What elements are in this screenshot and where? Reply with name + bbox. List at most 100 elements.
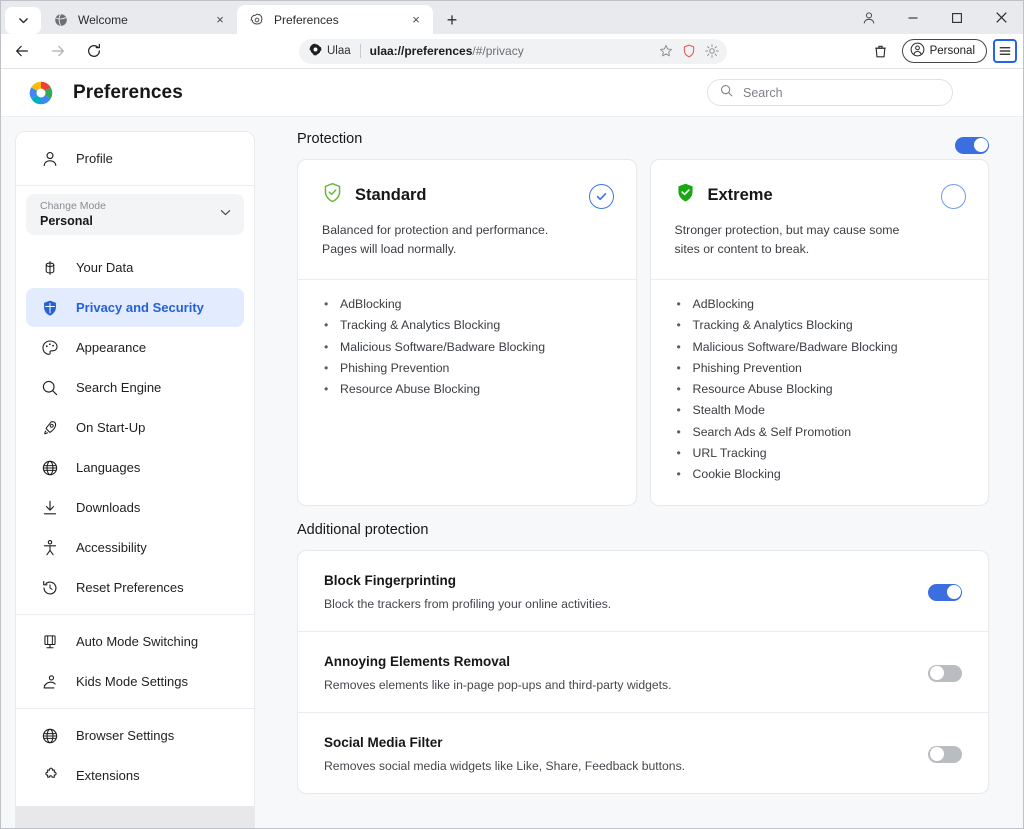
sidebar-item-kids-mode-settings[interactable]: Kids Mode Settings <box>26 662 244 701</box>
social-media-filter-toggle[interactable] <box>928 745 962 763</box>
settings-sidebar: Profile Change Mode Personal Your Data P… <box>15 131 255 828</box>
annoying-elements-removal-toggle[interactable] <box>928 664 962 682</box>
account-icon[interactable] <box>847 1 891 34</box>
protection-header: Protection <box>297 131 989 159</box>
sidebar-item-extensions[interactable]: Extensions <box>26 756 244 795</box>
feature-list-standard: AdBlocking Tracking & Analytics Blocking… <box>298 280 636 420</box>
accessibility-icon <box>40 538 60 558</box>
setting-text: Annoying Elements Removal Removes elemen… <box>324 654 672 692</box>
trash-icon[interactable] <box>866 36 896 66</box>
back-button[interactable] <box>7 36 37 66</box>
tab-close-button[interactable]: × <box>211 11 229 29</box>
shield-icon <box>40 298 60 318</box>
protection-card-standard[interactable]: Standard Balanced for protection and per… <box>297 159 637 507</box>
sidebar-item-profile[interactable]: Profile <box>26 139 244 178</box>
change-mode-value: Personal <box>40 213 93 228</box>
maximize-button[interactable] <box>935 1 979 34</box>
protection-card-extreme[interactable]: Extreme Stronger protection, but may cau… <box>649 159 989 507</box>
protection-master-toggle[interactable] <box>955 136 989 154</box>
sidebar-item-label: Languages <box>76 460 141 475</box>
card-header-extreme: Extreme Stronger protection, but may cau… <box>651 160 989 279</box>
sidebar-item-label: Downloads <box>76 500 141 515</box>
search-input[interactable]: Search <box>707 79 953 106</box>
setting-title: Annoying Elements Removal <box>324 654 511 670</box>
person-icon <box>40 149 60 169</box>
tab-welcome[interactable]: Welcome × <box>41 5 237 34</box>
setting-text: Social Media Filter Removes social media… <box>324 735 685 773</box>
change-mode-selector[interactable]: Change Mode Personal <box>26 194 244 235</box>
close-window-button[interactable] <box>979 1 1023 34</box>
sidebar-item-privacy-and-security[interactable]: Privacy and Security <box>26 288 244 327</box>
block-fingerprinting-toggle[interactable] <box>928 583 962 601</box>
radio-extreme-unselected[interactable] <box>941 184 966 209</box>
tab-search-button[interactable] <box>5 7 41 34</box>
sidebar-item-languages[interactable]: Languages <box>26 448 244 487</box>
list-item: Resource Abuse Blocking <box>322 379 612 401</box>
list-item: Phishing Prevention <box>322 358 612 380</box>
radio-standard-selected[interactable] <box>588 184 614 209</box>
main-panel: Protection Standard Balanced for protect… <box>255 117 1023 828</box>
sidebar-item-downloads[interactable]: Downloads <box>26 488 244 527</box>
navigation-toolbar: Ulaa ulaa://preferences/#/privacy Person… <box>1 34 1023 69</box>
monitor-icon <box>40 632 60 652</box>
sidebar-group-browser: Browser Settings Extensions <box>16 709 254 802</box>
minimize-button[interactable] <box>891 1 935 34</box>
setting-row-social-media-filter: Social Media Filter Removes social media… <box>298 712 988 793</box>
url-text: ulaa://preferences/#/privacy <box>370 44 657 58</box>
chevron-down-icon <box>219 206 232 224</box>
tab-title: Welcome <box>78 12 128 27</box>
card-header-standard: Standard Balanced for protection and per… <box>298 160 636 279</box>
shield-icon[interactable] <box>680 42 698 60</box>
card-name: Standard <box>355 185 427 204</box>
tab-preferences[interactable]: Preferences × <box>237 5 433 34</box>
change-mode-label: Change Mode <box>40 199 106 212</box>
sidebar-item-your-data[interactable]: Your Data <box>26 248 244 287</box>
forward-button[interactable] <box>43 36 73 66</box>
sidebar-item-label: Search Engine <box>76 380 162 395</box>
protection-heading: Protection <box>297 131 363 147</box>
list-item: Malicious Software/Badware Blocking <box>675 337 965 359</box>
tab-close-button[interactable]: × <box>407 11 425 29</box>
sidebar-item-auto-mode-switching[interactable]: Auto Mode Switching <box>26 622 244 661</box>
reload-button[interactable] <box>79 36 109 66</box>
site-brand: Ulaa <box>309 43 351 59</box>
sidebar-item-label: Extensions <box>76 768 140 783</box>
sidebar-item-reset-preferences[interactable]: Reset Preferences <box>26 568 244 607</box>
hamburger-menu-icon[interactable] <box>993 39 1017 63</box>
sidebar-divider <box>16 185 254 186</box>
history-icon <box>40 578 60 598</box>
sidebar-item-browser-settings[interactable]: Browser Settings <box>26 716 244 755</box>
globe-icon <box>53 12 69 28</box>
sidebar-item-search-engine[interactable]: Search Engine <box>26 368 244 407</box>
ulaa-brand-logo-icon <box>27 79 55 107</box>
profile-label: Personal <box>929 45 975 57</box>
url-path: /#/privacy <box>472 44 524 58</box>
sidebar-item-accessibility[interactable]: Accessibility <box>26 528 244 567</box>
new-tab-button[interactable]: + <box>437 6 467 34</box>
gear-icon <box>249 12 265 28</box>
sidebar-item-on-start-up[interactable]: On Start-Up <box>26 408 244 447</box>
sidebar-item-label: Accessibility <box>76 540 147 555</box>
card-description: Balanced for protection and performance.… <box>322 223 549 257</box>
list-item: Search Ads & Self Promotion <box>675 422 965 444</box>
page-title: Preferences <box>73 81 183 103</box>
sidebar-group-main: Your Data Privacy and Security Appearanc… <box>16 241 254 614</box>
sidebar-item-label: Appearance <box>76 340 147 355</box>
kids-icon <box>40 672 60 692</box>
additional-protection-card: Block Fingerprinting Block the trackers … <box>297 550 989 795</box>
brightness-icon[interactable] <box>703 42 721 60</box>
address-bar[interactable]: Ulaa ulaa://preferences/#/privacy <box>299 38 727 64</box>
sidebar-item-label: Privacy and Security <box>76 300 204 315</box>
sidebar-item-label: On Start-Up <box>76 420 146 435</box>
setting-subtitle: Removes social media widgets like Like, … <box>324 759 686 774</box>
list-item: AdBlocking <box>675 294 965 316</box>
window-controls <box>847 1 1023 34</box>
protection-cards: Standard Balanced for protection and per… <box>297 159 989 507</box>
list-item: AdBlocking <box>322 294 612 316</box>
profile-button[interactable]: Personal <box>901 39 987 63</box>
sidebar-item-appearance[interactable]: Appearance <box>26 328 244 367</box>
bookmark-star-icon[interactable] <box>657 42 675 60</box>
setting-title: Block Fingerprinting <box>324 573 457 589</box>
sidebar-item-label: Your Data <box>76 260 134 275</box>
sidebar-group-modes: Auto Mode Switching Kids Mode Settings <box>16 615 254 708</box>
